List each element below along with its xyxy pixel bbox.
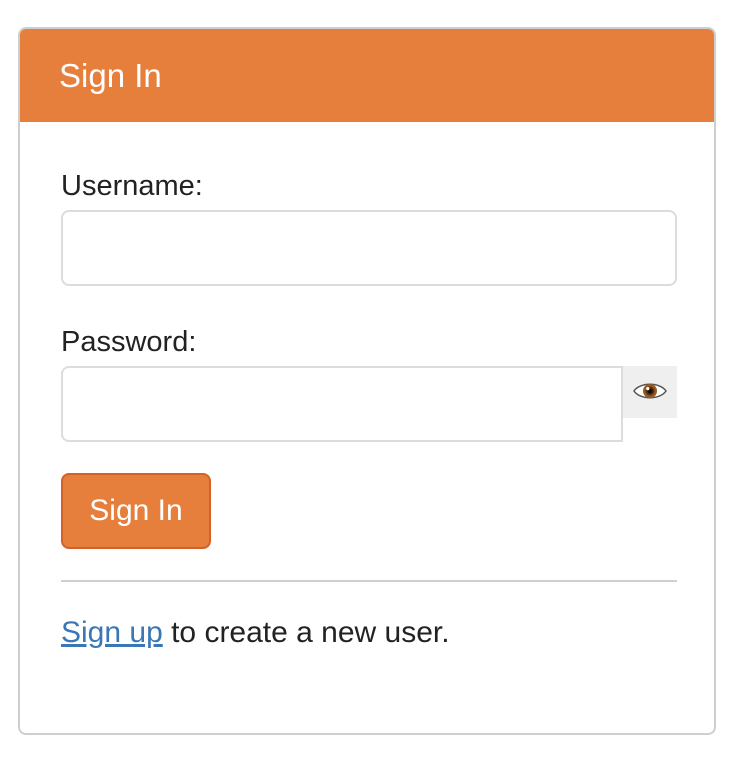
username-input[interactable] (61, 210, 677, 286)
signin-panel: Sign In Username: Password: Sign In Sign… (18, 27, 716, 735)
toggle-password-visibility-button[interactable] (623, 366, 677, 418)
sign-up-link[interactable]: Sign up (61, 616, 163, 649)
signup-prompt: Sign up to create a new user. (61, 616, 450, 650)
password-label: Password: (61, 326, 197, 358)
username-label: Username: (61, 170, 203, 202)
panel-title: Sign In (59, 56, 162, 94)
divider (61, 580, 677, 582)
signup-prompt-text: to create a new user. (162, 616, 450, 649)
panel-header: Sign In (20, 29, 714, 122)
sign-in-button[interactable]: Sign In (61, 473, 211, 549)
password-input[interactable] (61, 366, 623, 442)
eye-icon (633, 379, 667, 406)
